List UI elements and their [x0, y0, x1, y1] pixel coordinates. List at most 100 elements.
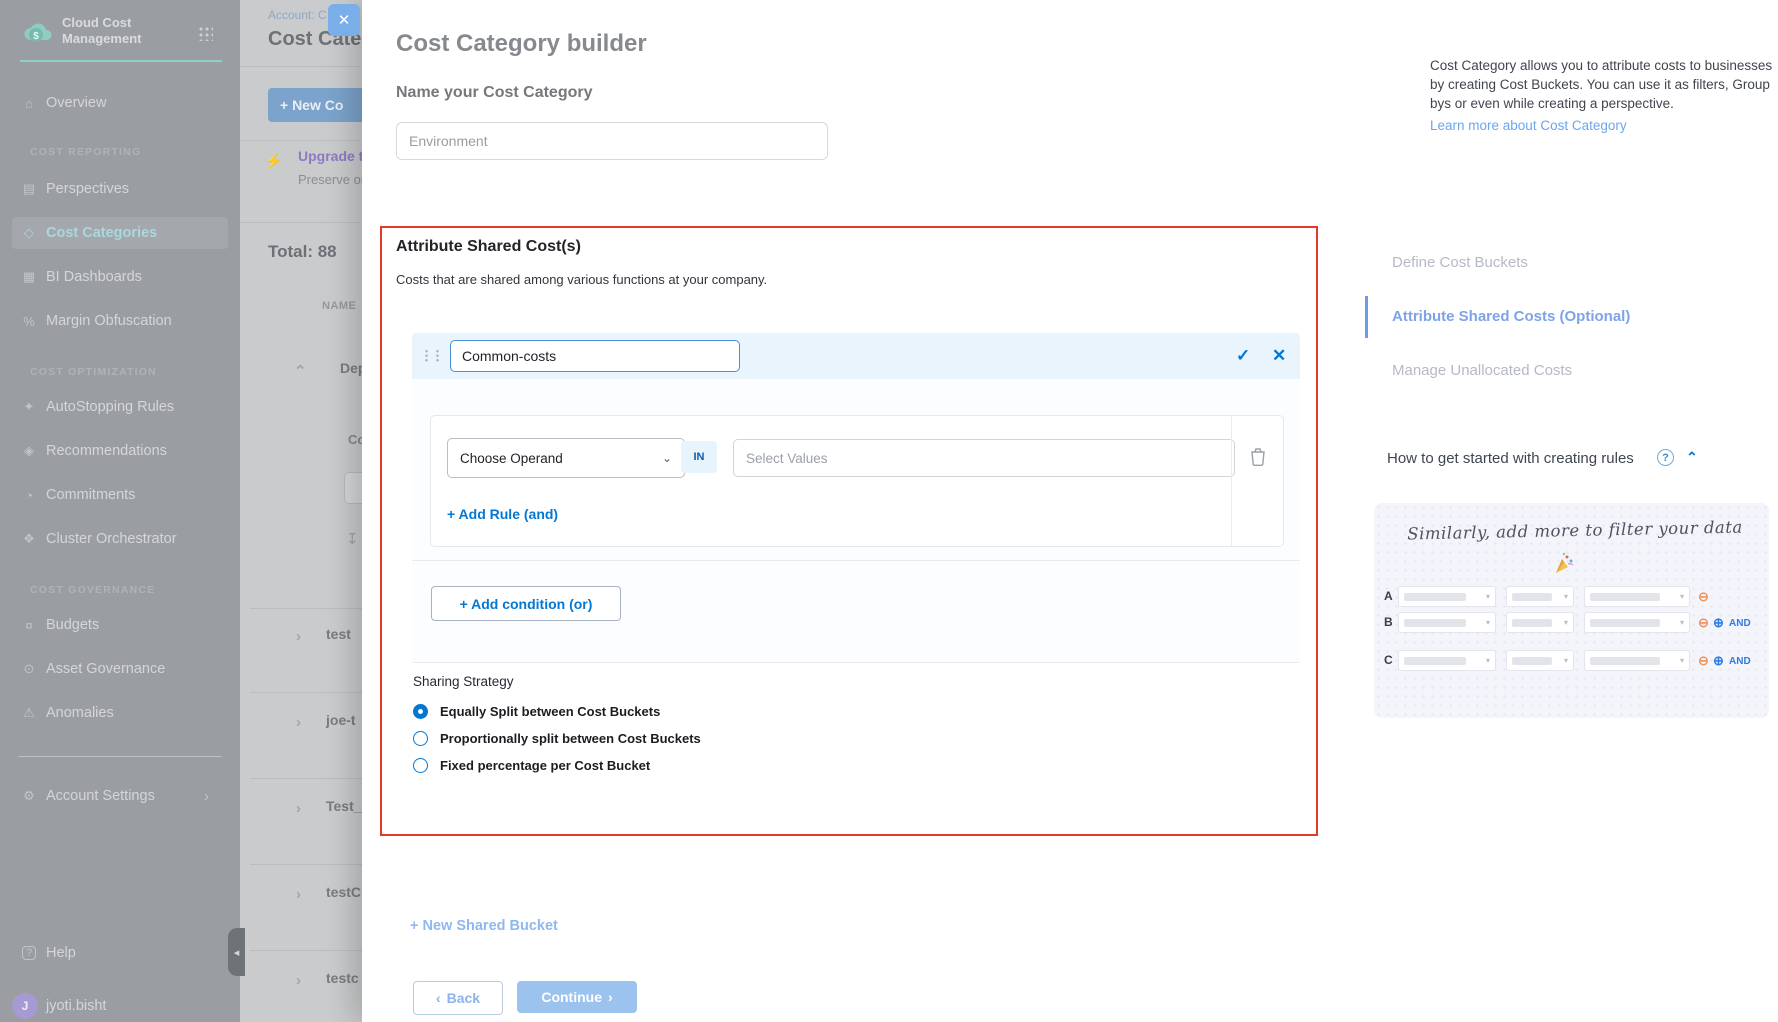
- sidebar-collapse-handle[interactable]: ◂: [228, 928, 245, 976]
- total-count-label: Total: 88: [268, 242, 337, 262]
- back-button[interactable]: ‹ Back: [413, 981, 503, 1015]
- step-manage-unallocated-costs[interactable]: Manage Unallocated Costs: [1392, 362, 1572, 379]
- help-question-icon[interactable]: ?: [1657, 449, 1674, 466]
- sidebar-item-help[interactable]: ? Help: [12, 937, 228, 969]
- add-condition-button[interactable]: + Add condition (or): [431, 586, 621, 621]
- chevron-up-icon[interactable]: ⌃: [294, 362, 307, 380]
- remove-rule-icon: ⊖: [1698, 589, 1709, 605]
- background-input[interactable]: [344, 472, 362, 504]
- chevron-right-icon[interactable]: ›: [296, 886, 301, 903]
- attribute-shared-costs-heading: Attribute Shared Cost(s): [396, 238, 581, 256]
- sidebar-item-autostopping-rules[interactable]: ✦ AutoStopping Rules: [12, 391, 228, 423]
- table-row[interactable]: testc: [326, 970, 359, 986]
- chevron-up-icon[interactable]: ⌃: [1686, 449, 1698, 466]
- delete-bucket-x-icon[interactable]: ✕: [1272, 346, 1286, 366]
- sidebar-item-label: Asset Governance: [46, 661, 165, 677]
- mini-dropdown: ▾: [1506, 586, 1574, 607]
- continue-button[interactable]: Continue ›: [517, 981, 637, 1013]
- sidebar-item-recommendations[interactable]: ◈ Recommendations: [12, 435, 228, 467]
- add-rule-icon: ⊕: [1713, 653, 1724, 669]
- mini-dropdown: ▾: [1584, 650, 1690, 671]
- cost-category-name-input[interactable]: Environment: [396, 122, 828, 160]
- bucket-name-input[interactable]: Common-costs: [450, 340, 740, 372]
- question-glyph: ?: [1662, 452, 1669, 464]
- step-define-cost-buckets[interactable]: Define Cost Buckets: [1392, 254, 1528, 271]
- background-page: Account: C Cost Cate + New Co ⚡ Upgrade …: [240, 0, 362, 1022]
- divider: [250, 778, 362, 779]
- new-cost-category-button[interactable]: + New Co: [268, 88, 362, 122]
- sidebar-item-label: Commitments: [46, 487, 135, 503]
- budgets-icon: ¤: [12, 618, 46, 633]
- back-label: Back: [447, 990, 480, 1006]
- chevron-right-icon[interactable]: ›: [296, 972, 301, 989]
- sidebar: $ Cloud Cost Management ⌂ Overview COST …: [0, 0, 240, 1022]
- divider: [412, 560, 1300, 561]
- chevron-right-icon[interactable]: ›: [296, 628, 301, 645]
- sidebar-item-overview[interactable]: ⌂ Overview: [12, 87, 228, 119]
- howto-illustration-card: Similarly, add more to filter your data …: [1374, 503, 1769, 718]
- choose-operand-select[interactable]: Choose Operand ⌄: [447, 438, 685, 478]
- sidebar-item-margin-obfuscation[interactable]: % Margin Obfuscation: [12, 305, 228, 337]
- add-rule-link[interactable]: + Add Rule (and): [447, 506, 558, 522]
- operator-in-badge[interactable]: IN: [681, 441, 717, 473]
- chevron-left-icon: ‹: [436, 990, 441, 1006]
- sidebar-item-cost-categories[interactable]: ◇ Cost Categories: [12, 217, 228, 249]
- sidebar-item-label: AutoStopping Rules: [46, 399, 174, 415]
- rule-builder-card: Choose Operand ⌄ IN Select Values + Add …: [430, 415, 1284, 547]
- howto-hint-text: Similarly, add more to filter your data: [1400, 517, 1750, 543]
- sidebar-item-budgets[interactable]: ¤ Budgets: [12, 609, 228, 641]
- table-row[interactable]: joe-t: [326, 712, 356, 728]
- mini-dropdown: ▾: [1506, 650, 1574, 671]
- and-label: AND: [1729, 618, 1751, 629]
- chevron-right-icon[interactable]: ›: [296, 800, 301, 817]
- mini-dropdown: ▾: [1584, 586, 1690, 607]
- learn-more-link[interactable]: Learn more about Cost Category: [1430, 118, 1627, 133]
- drag-handle-icon[interactable]: ⋮⋮: [420, 348, 442, 364]
- user-menu[interactable]: J jyoti.bisht: [12, 990, 228, 1022]
- sidebar-item-anomalies[interactable]: ⚠ Anomalies: [12, 697, 228, 729]
- confirm-check-icon[interactable]: ✓: [1236, 346, 1250, 366]
- sidebar-item-bi-dashboards[interactable]: ▦ BI Dashboards: [12, 261, 228, 293]
- help-chat-icon: ?: [12, 947, 46, 959]
- modal-close-button[interactable]: ✕: [328, 4, 360, 36]
- table-row[interactable]: test: [326, 626, 351, 642]
- close-icon: ✕: [338, 11, 351, 29]
- table-row[interactable]: Depl: [340, 360, 362, 376]
- sidebar-item-account-settings[interactable]: ⚙ Account Settings ›: [12, 780, 228, 812]
- party-popper-icon: [1552, 551, 1576, 575]
- sidebar-item-label: Overview: [46, 95, 106, 111]
- mini-dropdown: ▾: [1398, 650, 1496, 671]
- new-shared-bucket-link[interactable]: + New Shared Bucket: [410, 918, 558, 934]
- section-cost-optimization: COST OPTIMIZATION: [30, 366, 157, 378]
- sidebar-item-cluster-orchestrator[interactable]: ❖ Cluster Orchestrator: [12, 523, 228, 555]
- chevron-right-icon: ›: [608, 989, 613, 1005]
- chevron-right-icon[interactable]: ›: [296, 714, 301, 731]
- trash-icon[interactable]: [1249, 446, 1267, 466]
- cost-category-info-text: Cost Category allows you to attribute co…: [1430, 56, 1778, 113]
- bolt-icon: ⚡: [264, 152, 283, 170]
- add-rule-icon: ⊕: [1713, 615, 1724, 631]
- cloud-cost-logo-icon: $: [22, 20, 56, 46]
- sidebar-item-perspectives[interactable]: ▤ Perspectives: [12, 173, 228, 205]
- radio-proportionally-split[interactable]: [413, 731, 428, 746]
- sidebar-item-commitments[interactable]: ◔ Commitments: [12, 479, 228, 511]
- sidebar-item-label: Recommendations: [46, 443, 167, 459]
- chevron-down-icon: ⌄: [662, 451, 672, 465]
- howto-row-label: B: [1384, 615, 1393, 629]
- sidebar-item-label: Budgets: [46, 617, 99, 633]
- select-values-input[interactable]: Select Values: [733, 439, 1235, 477]
- collapse-arrow-icon: ◂: [234, 946, 240, 959]
- operand-placeholder: Choose Operand: [460, 451, 563, 466]
- upgrade-banner-title: Upgrade to: [298, 148, 362, 164]
- sidebar-item-asset-governance[interactable]: ⊙ Asset Governance: [12, 653, 228, 685]
- step-attribute-shared-costs[interactable]: Attribute Shared Costs (Optional): [1392, 308, 1630, 325]
- name-column-header: NAME: [322, 300, 356, 312]
- table-row[interactable]: Test_: [326, 798, 362, 814]
- avatar: J: [12, 993, 46, 1019]
- radio-fixed-percentage[interactable]: [413, 758, 428, 773]
- continue-label: Continue: [541, 989, 602, 1005]
- sidebar-item-label: Cost Categories: [46, 225, 157, 241]
- radio-equally-split[interactable]: [413, 704, 428, 719]
- module-grid-icon[interactable]: [198, 26, 213, 41]
- table-row[interactable]: testC: [326, 884, 361, 900]
